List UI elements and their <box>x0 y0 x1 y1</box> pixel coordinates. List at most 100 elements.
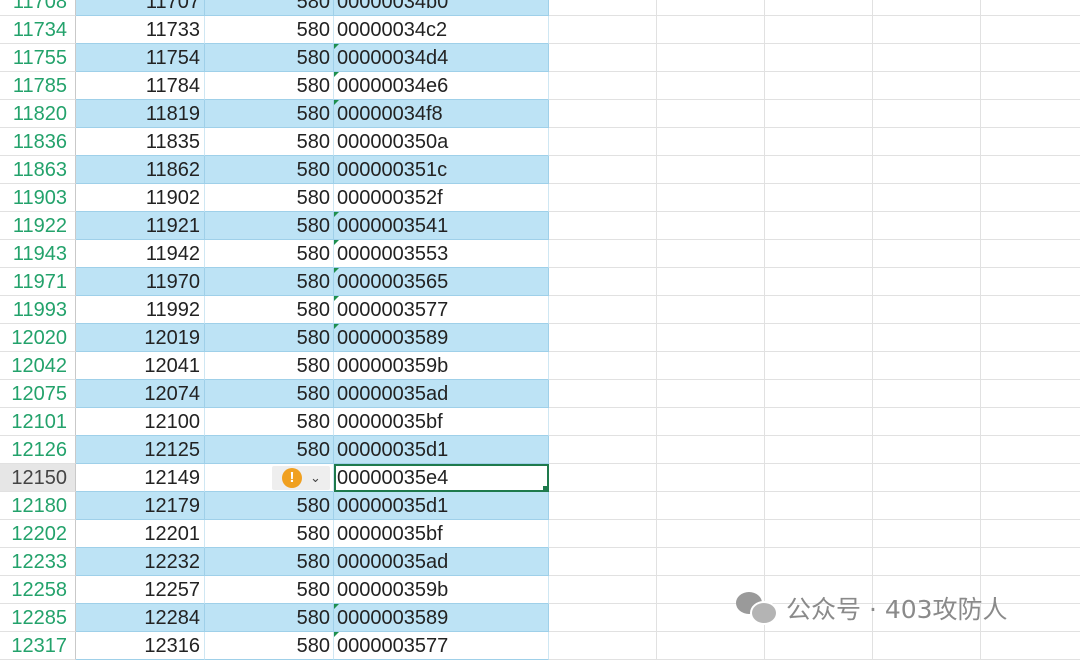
empty-cell[interactable] <box>981 548 1080 576</box>
empty-cell[interactable] <box>981 324 1080 352</box>
empty-cell[interactable] <box>657 240 765 268</box>
empty-cell[interactable] <box>873 16 981 44</box>
cell-id[interactable]: 11992 <box>76 296 205 324</box>
row-header[interactable]: 11993 <box>0 296 76 324</box>
empty-cell[interactable] <box>549 128 657 156</box>
cell-hex[interactable]: 00000035bf <box>334 408 549 436</box>
empty-cell[interactable] <box>657 632 765 660</box>
row-header[interactable]: 12042 <box>0 352 76 380</box>
empty-cell[interactable] <box>873 492 981 520</box>
cell-hex[interactable]: 00000035d1 <box>334 436 549 464</box>
cell-hex[interactable]: 0000003541 <box>334 212 549 240</box>
empty-cell[interactable] <box>657 268 765 296</box>
empty-cell[interactable] <box>765 464 873 492</box>
cell-hex[interactable]: 00000034d4 <box>334 44 549 72</box>
empty-cell[interactable] <box>765 268 873 296</box>
cell-hex[interactable]: 00000034b0 <box>334 0 549 16</box>
cell-id[interactable]: 12019 <box>76 324 205 352</box>
empty-cell[interactable] <box>873 100 981 128</box>
empty-cell[interactable] <box>549 100 657 128</box>
cell-hex[interactable]: 000000359b <box>334 352 549 380</box>
row-header[interactable]: 12101 <box>0 408 76 436</box>
cell-id[interactable]: 12149 <box>76 464 205 492</box>
row-header[interactable]: 12180 <box>0 492 76 520</box>
cell-size[interactable]: 580 <box>205 324 334 352</box>
row-header[interactable]: 11755 <box>0 44 76 72</box>
cell-id[interactable]: 11754 <box>76 44 205 72</box>
empty-cell[interactable] <box>657 520 765 548</box>
empty-cell[interactable] <box>549 408 657 436</box>
empty-cell[interactable] <box>657 212 765 240</box>
cell-hex[interactable]: 00000035ad <box>334 548 549 576</box>
row-header[interactable]: 11922 <box>0 212 76 240</box>
cell-size[interactable]: 580 <box>205 520 334 548</box>
row-header[interactable]: 12150 <box>0 464 76 492</box>
empty-cell[interactable] <box>981 72 1080 100</box>
empty-cell[interactable] <box>657 44 765 72</box>
empty-cell[interactable] <box>549 268 657 296</box>
empty-cell[interactable] <box>549 156 657 184</box>
empty-cell[interactable] <box>549 436 657 464</box>
cell-size[interactable]: 580 <box>205 72 334 100</box>
empty-cell[interactable] <box>549 632 657 660</box>
cell-id[interactable]: 12232 <box>76 548 205 576</box>
empty-cell[interactable] <box>765 212 873 240</box>
cell-size[interactable]: 580 <box>205 492 334 520</box>
empty-cell[interactable] <box>873 436 981 464</box>
cell-size[interactable]: 580 <box>205 16 334 44</box>
empty-cell[interactable] <box>981 100 1080 128</box>
empty-cell[interactable] <box>981 492 1080 520</box>
empty-cell[interactable] <box>549 240 657 268</box>
empty-cell[interactable] <box>873 352 981 380</box>
empty-cell[interactable] <box>549 296 657 324</box>
empty-cell[interactable] <box>765 520 873 548</box>
empty-cell[interactable] <box>765 44 873 72</box>
cell-hex[interactable]: 00000034e6 <box>334 72 549 100</box>
cell-hex[interactable]: 000000352f <box>334 184 549 212</box>
cell-id[interactable]: 11784 <box>76 72 205 100</box>
cell-id[interactable]: 11862 <box>76 156 205 184</box>
cell-size[interactable]: 580 <box>205 632 334 660</box>
empty-cell[interactable] <box>765 380 873 408</box>
cell-id[interactable]: 11707 <box>76 0 205 16</box>
empty-cell[interactable] <box>873 548 981 576</box>
row-header[interactable]: 11836 <box>0 128 76 156</box>
cell-hex[interactable]: 0000003553 <box>334 240 549 268</box>
empty-cell[interactable] <box>873 380 981 408</box>
cell-hex[interactable]: 00000035d1 <box>334 492 549 520</box>
empty-cell[interactable] <box>981 352 1080 380</box>
cell-size[interactable]: 580 <box>205 44 334 72</box>
empty-cell[interactable] <box>873 156 981 184</box>
row-header[interactable]: 11971 <box>0 268 76 296</box>
cell-id[interactable]: 11902 <box>76 184 205 212</box>
empty-cell[interactable] <box>765 324 873 352</box>
empty-cell[interactable] <box>981 184 1080 212</box>
empty-cell[interactable] <box>765 296 873 324</box>
cell-size[interactable]: 580 <box>205 576 334 604</box>
cell-hex[interactable]: 0000003577 <box>334 632 549 660</box>
empty-cell[interactable] <box>981 0 1080 16</box>
empty-cell[interactable] <box>981 632 1080 660</box>
row-header[interactable]: 12317 <box>0 632 76 660</box>
empty-cell[interactable] <box>981 156 1080 184</box>
empty-cell[interactable] <box>549 352 657 380</box>
cell-size[interactable]: 580 <box>205 352 334 380</box>
cell-id[interactable]: 12284 <box>76 604 205 632</box>
empty-cell[interactable] <box>549 72 657 100</box>
row-header[interactable]: 11734 <box>0 16 76 44</box>
empty-cell[interactable] <box>765 72 873 100</box>
empty-cell[interactable] <box>549 604 657 632</box>
empty-cell[interactable] <box>657 128 765 156</box>
empty-cell[interactable] <box>765 128 873 156</box>
empty-cell[interactable] <box>549 184 657 212</box>
cell-size[interactable]: 580 <box>205 128 334 156</box>
empty-cell[interactable] <box>873 44 981 72</box>
empty-cell[interactable] <box>657 548 765 576</box>
cell-size[interactable]: 580 <box>205 436 334 464</box>
empty-cell[interactable] <box>981 408 1080 436</box>
empty-cell[interactable] <box>981 268 1080 296</box>
empty-cell[interactable] <box>549 16 657 44</box>
empty-cell[interactable] <box>981 296 1080 324</box>
empty-cell[interactable] <box>765 352 873 380</box>
cell-size[interactable]: 580 <box>205 0 334 16</box>
